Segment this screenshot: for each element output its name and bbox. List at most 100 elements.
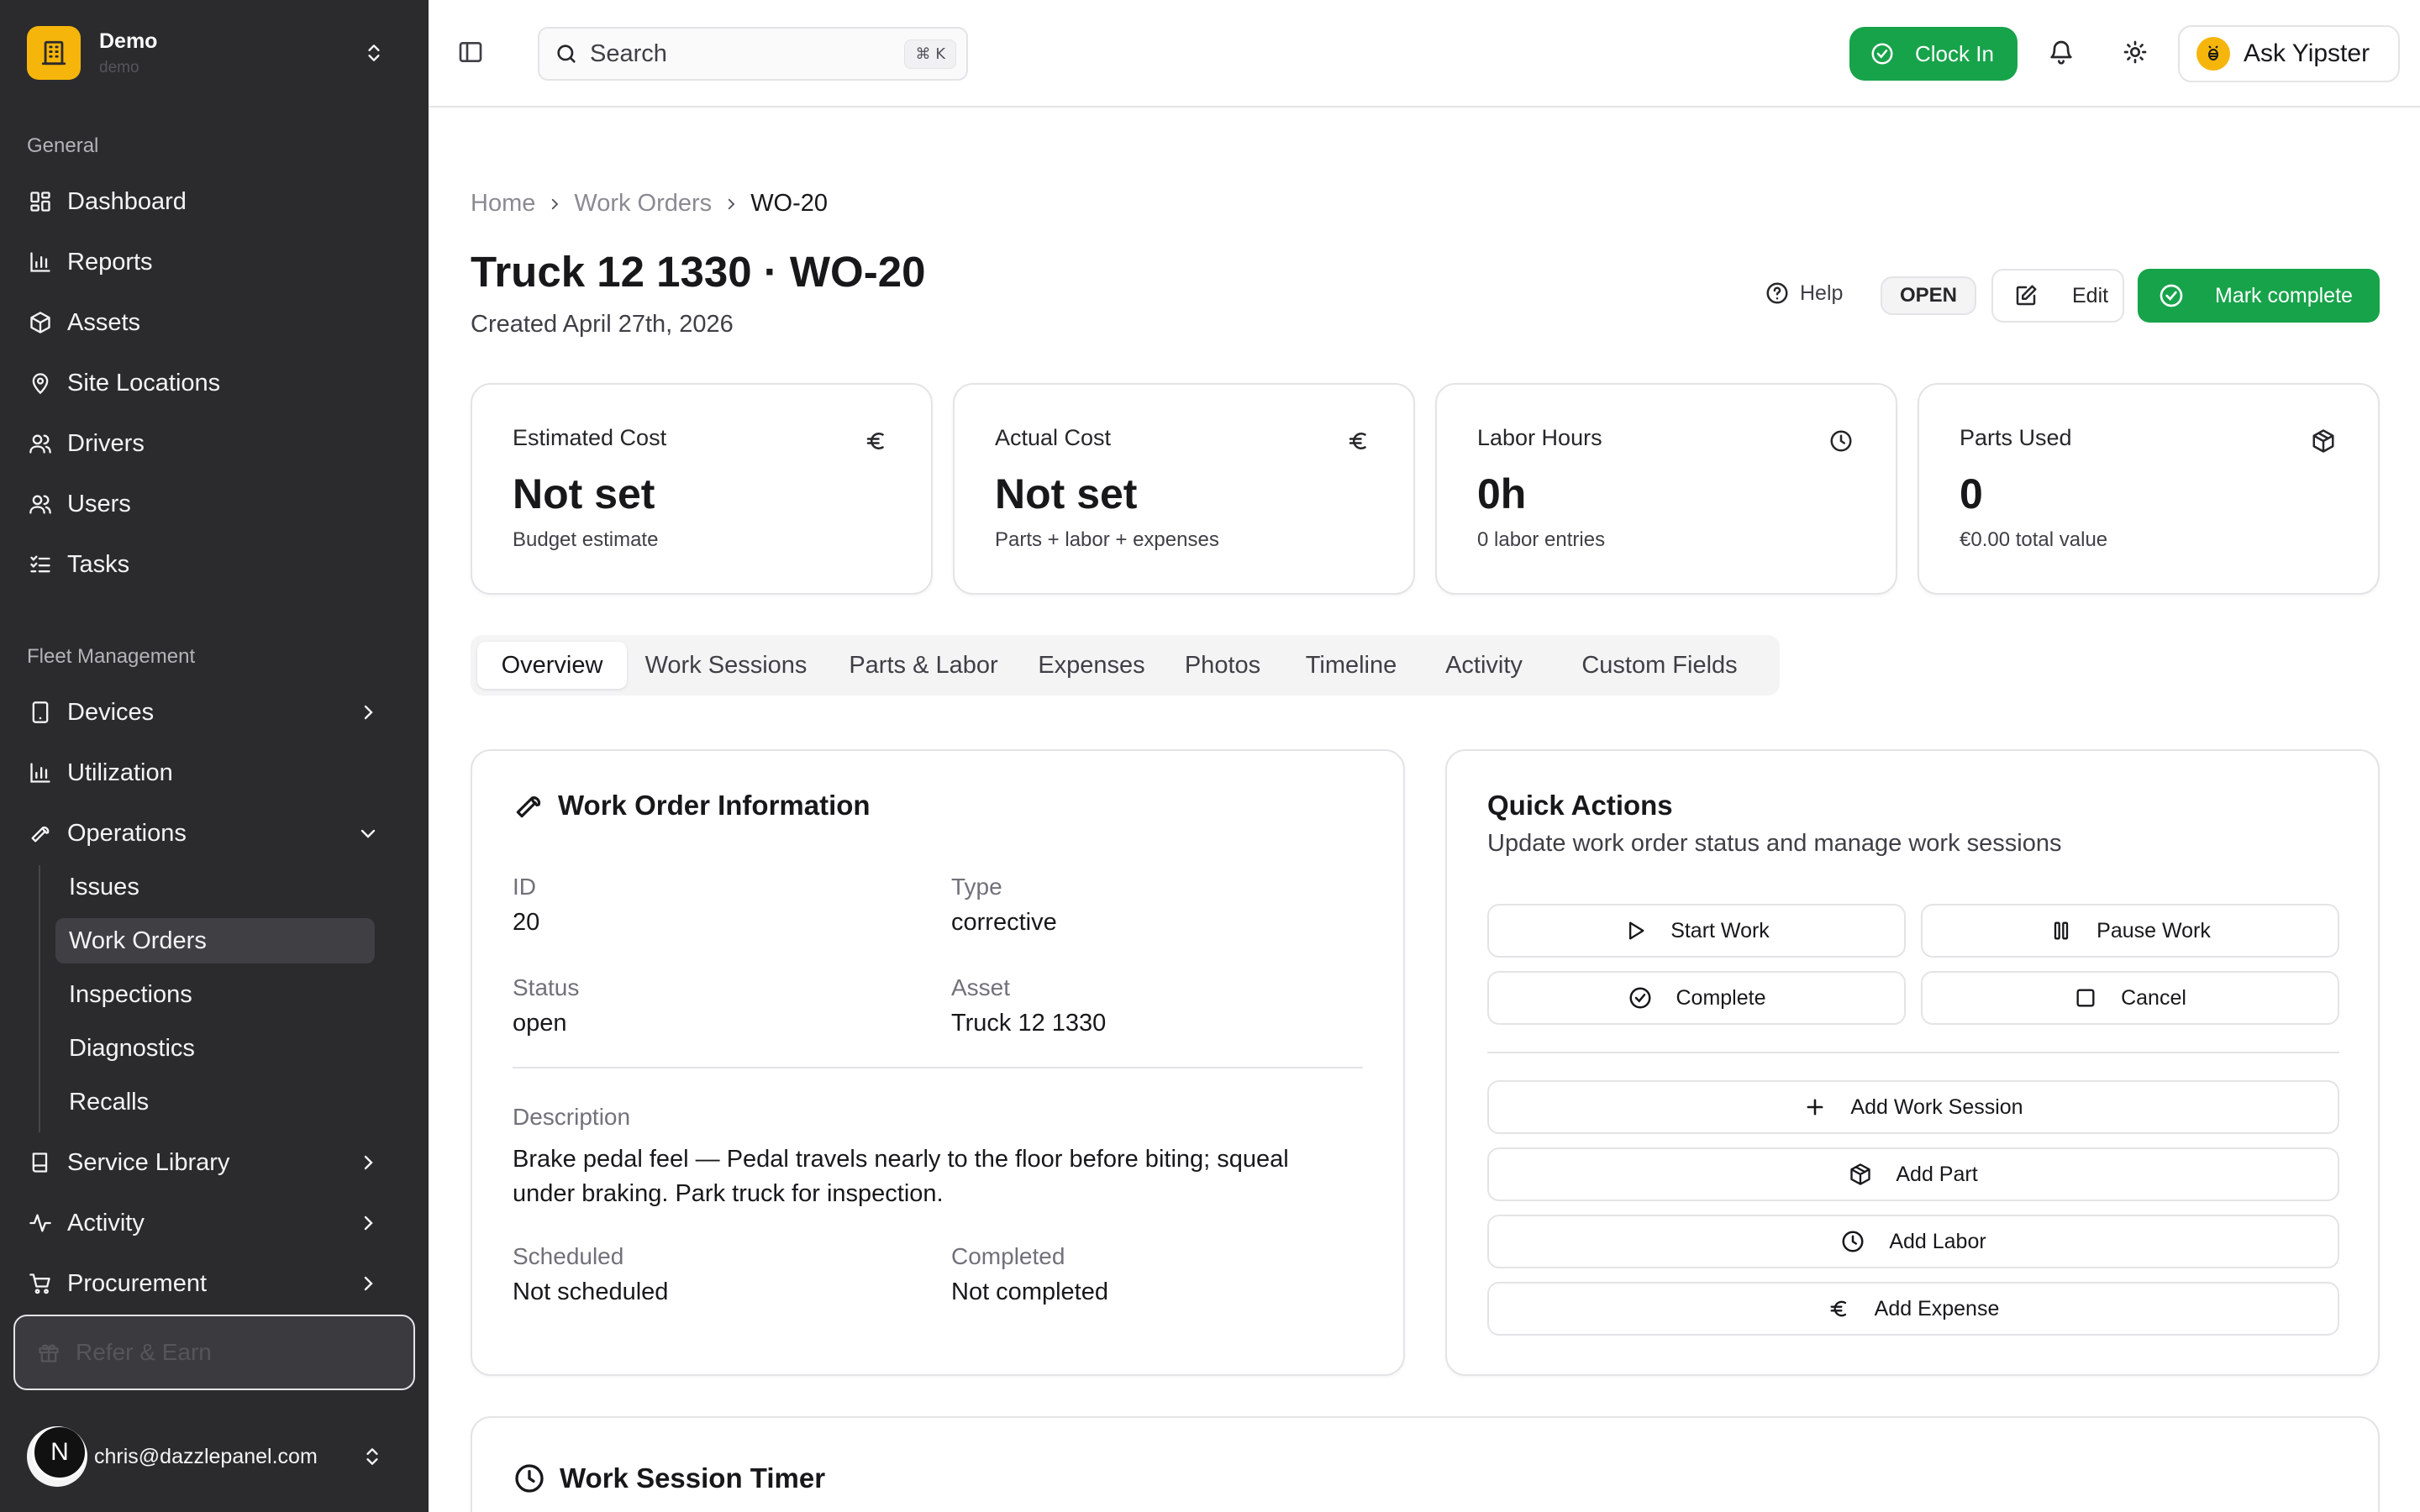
sun-icon[interactable]	[2122, 39, 2149, 66]
stat-sub: Parts + labor + expenses	[995, 528, 1219, 551]
topbar: Search ⌘ K Clock In Ask Yipster	[429, 0, 2420, 108]
sidebar-item-utilization[interactable]: Utilization	[27, 749, 402, 796]
quick-actions-card: Quick Actions Update work order status a…	[1445, 749, 2380, 1376]
ask-yipster-button[interactable]: Ask Yipster	[2178, 25, 2400, 82]
start-work-button[interactable]: Start Work	[1487, 904, 1906, 958]
help-button[interactable]: Help	[1765, 281, 1843, 306]
user-menu[interactable]: N chris@dazzlepanel.com	[27, 1421, 402, 1492]
cancel-button[interactable]: Cancel	[1921, 971, 2339, 1025]
sidebar-item-label: Reports	[67, 248, 153, 276]
work-order-info-card: Work Order Information ID 20 Type correc…	[471, 749, 1405, 1376]
sidebar-item-site-locations[interactable]: Site Locations	[27, 360, 402, 407]
description-label: Description	[513, 1104, 631, 1130]
tab-photos[interactable]: Photos	[1166, 642, 1279, 689]
description-value: Brake pedal feel — Pedal travels nearly …	[513, 1146, 1289, 1207]
workspace-switcher[interactable]: Demo demo	[27, 26, 402, 80]
tab-parts-labor[interactable]: Parts & Labor	[830, 642, 1017, 689]
search-icon	[555, 42, 578, 66]
plus-icon	[1803, 1095, 1827, 1119]
add-labor-button[interactable]: Add Labor	[1487, 1215, 2339, 1268]
sidebar-subitem-issues[interactable]: Issues	[55, 864, 375, 910]
refer-earn-button[interactable]: Refer & Earn	[13, 1315, 415, 1390]
book-icon	[27, 1149, 54, 1176]
clock-in-button[interactable]: Clock In	[1849, 27, 2018, 81]
breadcrumb-home[interactable]: Home	[471, 190, 535, 218]
edit-button[interactable]: Edit	[1991, 269, 2124, 323]
tab-bar: Overview Work Sessions Parts & Labor Exp…	[471, 635, 1780, 696]
page-title: Truck 12 1330 · WO-20	[471, 248, 926, 296]
workspace-logo-icon	[27, 26, 81, 80]
stat-value: Not set	[995, 470, 1138, 517]
map-pin-icon	[27, 370, 54, 396]
stat-value: 0h	[1477, 470, 1527, 517]
sidebar-item-drivers[interactable]: Drivers	[27, 420, 402, 467]
complete-button[interactable]: Complete	[1487, 971, 1906, 1025]
avatar: N	[27, 1426, 87, 1487]
edit-label: Edit	[2072, 283, 2109, 307]
info-card-title: Work Order Information	[513, 790, 871, 822]
sidebar-subitem-work-orders[interactable]: Work Orders	[55, 918, 375, 963]
sidebar-item-dashboard[interactable]: Dashboard	[27, 178, 402, 225]
quick-actions-subtitle: Update work order status and manage work…	[1487, 830, 2062, 857]
pause-work-button[interactable]: Pause Work	[1921, 904, 2339, 958]
tab-timeline[interactable]: Timeline	[1284, 642, 1418, 689]
tab-custom-fields[interactable]: Custom Fields	[1551, 642, 1768, 689]
sidebar-subitem-diagnostics[interactable]: Diagnostics	[55, 1026, 375, 1071]
add-work-session-label: Add Work Session	[1850, 1095, 2023, 1119]
tab-work-sessions[interactable]: Work Sessions	[630, 642, 822, 689]
type-value: corrective	[951, 909, 1057, 936]
sidebar: Demo demo General Dashboard Reports Asse…	[0, 0, 429, 1512]
sidebar-item-procurement[interactable]: Procurement	[27, 1260, 402, 1307]
add-expense-label: Add Expense	[1874, 1296, 2000, 1320]
sidebar-item-users[interactable]: Users	[27, 480, 402, 528]
general-group-label: General	[27, 134, 99, 157]
check-circle-icon	[1870, 41, 1895, 66]
tab-overview[interactable]: Overview	[477, 642, 627, 689]
stat-card-labor-hours: Labor Hours 0h 0 labor entries	[1435, 383, 1897, 595]
bell-icon[interactable]	[2048, 39, 2075, 66]
chevron-right-icon	[358, 1273, 378, 1294]
sidebar-item-activity[interactable]: Activity	[27, 1200, 402, 1247]
activity-icon	[27, 1210, 54, 1236]
box-icon	[27, 309, 54, 336]
bar-chart-icon	[27, 249, 54, 276]
euro-icon	[864, 428, 889, 454]
tab-activity[interactable]: Activity	[1422, 642, 1546, 689]
stat-sub: 0 labor entries	[1477, 528, 1606, 551]
square-icon	[2074, 986, 2097, 1010]
add-part-label: Add Part	[1896, 1162, 1978, 1186]
sidebar-item-devices[interactable]: Devices	[27, 689, 402, 736]
sidebar-item-label: Dashboard	[67, 187, 187, 215]
sidebar-item-reports[interactable]: Reports	[27, 239, 402, 286]
sidebar-subitem-recalls[interactable]: Recalls	[55, 1079, 375, 1125]
sidebar-item-label: Utilization	[67, 759, 173, 786]
mark-complete-button[interactable]: Mark complete	[2138, 269, 2380, 323]
sidebar-item-assets[interactable]: Assets	[27, 299, 402, 346]
sidebar-subitem-inspections[interactable]: Inspections	[55, 972, 375, 1017]
check-circle-icon	[2158, 282, 2185, 309]
user-email: chris@dazzlepanel.com	[94, 1444, 318, 1468]
search-input[interactable]: Search ⌘ K	[538, 27, 968, 81]
sidebar-toggle-icon[interactable]	[457, 39, 484, 66]
sidebar-item-service-library[interactable]: Service Library	[27, 1139, 402, 1186]
tab-expenses[interactable]: Expenses	[1023, 642, 1160, 689]
id-label: ID	[513, 874, 536, 900]
pause-work-label: Pause Work	[2096, 918, 2211, 942]
help-circle-icon	[1765, 281, 1790, 306]
stat-value: 0	[1960, 470, 1983, 517]
work-session-timer-card: Work Session Timer	[471, 1416, 2380, 1512]
add-work-session-button[interactable]: Add Work Session	[1487, 1080, 2339, 1134]
stat-sub: Budget estimate	[513, 528, 659, 551]
id-value: 20	[513, 909, 540, 936]
add-expense-button[interactable]: Add Expense	[1487, 1282, 2339, 1336]
created-date: Created April 27th, 2026	[471, 311, 734, 338]
timer-card-title: Work Session Timer	[513, 1462, 825, 1495]
chevron-right-icon	[723, 197, 739, 212]
breadcrumb-work-orders[interactable]: Work Orders	[574, 190, 712, 218]
euro-icon	[1346, 428, 1371, 454]
sidebar-item-operations[interactable]: Operations	[27, 810, 402, 857]
breadcrumb: Home Work Orders WO-20	[471, 190, 828, 218]
help-label: Help	[1800, 281, 1844, 305]
add-part-button[interactable]: Add Part	[1487, 1147, 2339, 1201]
sidebar-item-tasks[interactable]: Tasks	[27, 541, 402, 588]
